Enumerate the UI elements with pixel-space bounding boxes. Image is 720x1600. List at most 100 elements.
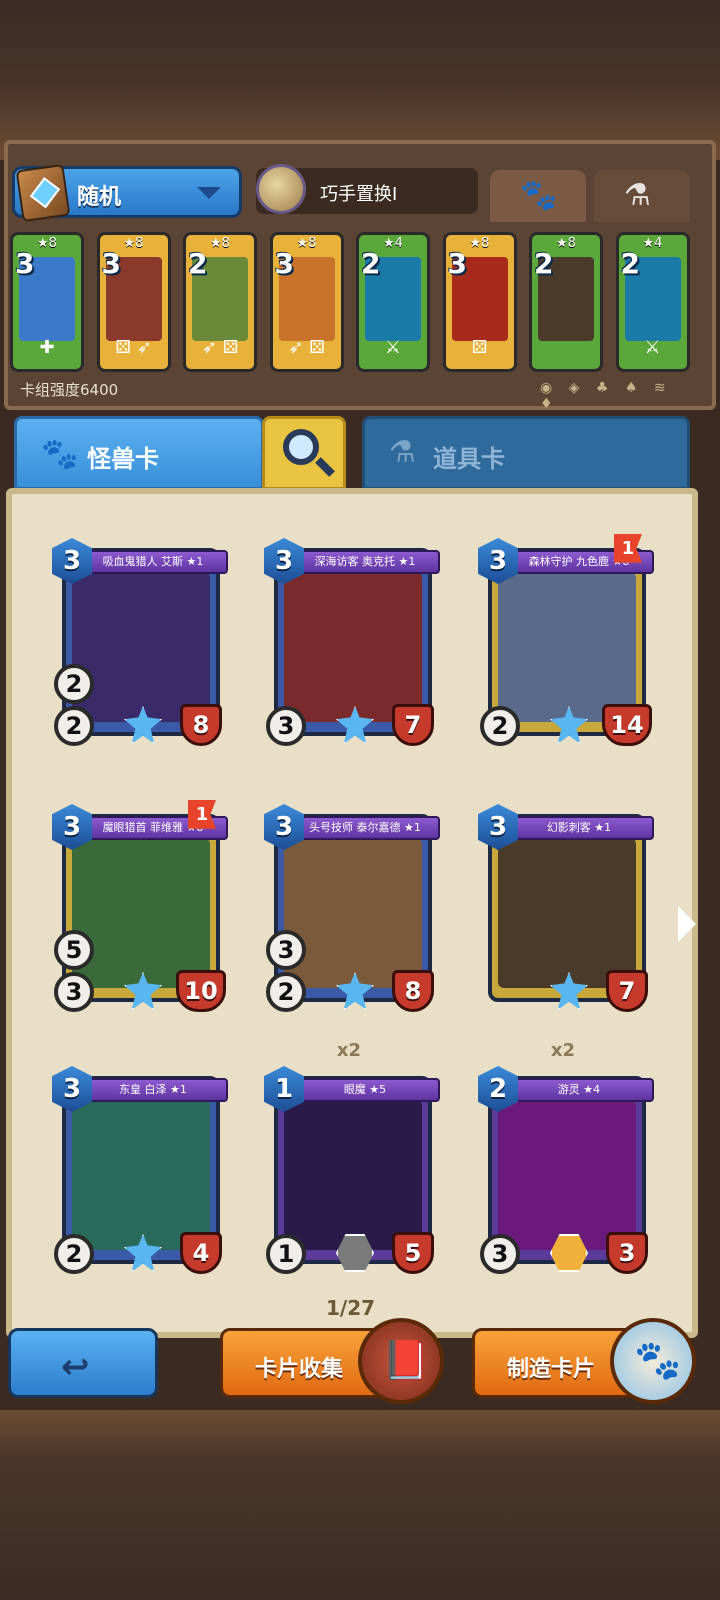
card-ability-icons: ✚ — [39, 337, 55, 358]
monster-card[interactable]: 深海访客 奥克托 ★1 3 3 7 — [264, 538, 440, 748]
card-art — [72, 838, 210, 988]
card-ability-icons — [532, 337, 600, 363]
deck-selector-dropdown[interactable]: 随机 — [12, 163, 242, 223]
card-health: 8 — [392, 970, 434, 1012]
card-art — [72, 572, 210, 722]
card-health: 3 — [606, 1232, 648, 1274]
hero-skill-name: 巧手置换I — [320, 184, 398, 205]
page-indicator: 1/27 — [326, 1296, 376, 1320]
monster-card[interactable]: 东皇 白泽 ★1 3 2 4 — [52, 1066, 228, 1276]
card-cost: 3 — [101, 247, 121, 280]
chevron-down-icon — [197, 187, 221, 199]
card-attack: 2 — [54, 664, 94, 704]
deck-power-label: 卡组强度6400 — [20, 381, 119, 399]
paw-icon: 🐾 — [520, 178, 558, 213]
card-duplicate-count: x2 — [550, 1040, 576, 1061]
card-speed: 1 — [266, 1234, 306, 1274]
card-name: 幻影刺客 ★1 — [504, 816, 654, 840]
card-health: 7 — [606, 970, 648, 1012]
paw-icon: 🐾 — [41, 437, 79, 472]
card-duplicate-count: x2 — [336, 1040, 362, 1061]
card-speed: 2 — [480, 706, 520, 746]
monster-card[interactable]: 魔眼猎首 菲维雅 ★8 3 1 5 3 10 — [52, 800, 228, 1014]
monster-deck-tab[interactable]: 🐾 — [490, 170, 586, 222]
wood-background-bottom — [0, 1410, 720, 1600]
card-name: 东皇 白泽 ★1 — [78, 1078, 228, 1102]
card-name: 眼魔 ★5 — [290, 1078, 440, 1102]
search-icon-handle — [315, 457, 335, 477]
tab-monster-cards[interactable]: 🐾 怪兽卡 — [14, 416, 264, 490]
card-art — [284, 1100, 422, 1250]
card-book-icon[interactable]: 📕 — [358, 1318, 444, 1404]
card-name: 头号技师 泰尔嘉德 ★1 — [290, 816, 440, 840]
card-ability-icons: ⚔ — [644, 337, 661, 358]
monster-card[interactable]: 幻影刺客 ★1 3 7 — [478, 804, 654, 1014]
card-art — [284, 572, 422, 722]
next-page-arrow-icon[interactable] — [678, 906, 696, 942]
card-art — [498, 572, 636, 722]
deck-card[interactable]: ★8 2 — [529, 232, 603, 372]
monster-card[interactable]: x2 游灵 ★4 2 3 3 — [478, 1040, 654, 1276]
deck-trait-icons: ◉ ◈ ♣ ♠ ≋ ♦ — [540, 380, 672, 412]
paw-jar-icon[interactable]: 🐾 — [610, 1318, 696, 1404]
back-arrow-icon: ↩ — [61, 1347, 90, 1387]
item-deck-tab[interactable]: ⚗ — [594, 170, 690, 222]
tab-item-cards[interactable]: ⚗ 道具卡 — [362, 416, 690, 490]
card-art — [498, 838, 636, 988]
deck-card[interactable]: ★4 2 ⚔ — [356, 232, 430, 372]
monster-card[interactable]: 吸血鬼猎人 艾斯 ★1 3 2 2 8 — [52, 538, 228, 748]
deck-card[interactable]: ★8 3 ➶ ⚄ — [269, 232, 344, 372]
card-speed: 3 — [266, 706, 306, 746]
wood-background-top — [0, 0, 720, 160]
card-health: 7 — [392, 704, 434, 746]
potion-icon: ⚗ — [624, 178, 651, 213]
card-health: 8 — [180, 704, 222, 746]
card-speed: 2 — [54, 706, 94, 746]
monster-card[interactable]: x2 眼魔 ★5 1 1 5 — [264, 1040, 440, 1276]
search-button[interactable] — [262, 416, 346, 490]
card-health: 4 — [180, 1232, 222, 1274]
card-health: 14 — [602, 704, 652, 746]
card-ability-icons: ➶ ⚄ — [288, 337, 325, 358]
card-speed: 3 — [480, 1234, 520, 1274]
deck-card[interactable]: ★8 3 ⚄ ➶ — [96, 232, 171, 372]
card-collection-panel: 吸血鬼猎人 艾斯 ★1 3 2 2 8 深海访客 奥克托 ★1 3 3 7 森林守护 九色鹿 ★8… — [6, 488, 698, 1338]
deck-selector-label: 随机 — [77, 185, 122, 210]
card-cost: 3 — [274, 247, 294, 280]
search-icon — [283, 429, 319, 465]
tab-item-cards-label: 道具卡 — [433, 445, 505, 473]
card-ability-icons: ⚄ ➶ — [115, 337, 152, 358]
card-ability-icons: ➶ ⚄ — [201, 337, 239, 358]
card-name: 吸血鬼猎人 艾斯 ★1 — [78, 550, 228, 574]
card-ability-icons: ⚔ — [384, 337, 402, 358]
deck-card[interactable]: ★8 2 ➶ ⚄ — [183, 232, 257, 372]
card-name: 深海访客 奥克托 ★1 — [290, 550, 440, 574]
card-speed: 2 — [54, 1234, 94, 1274]
card-collection-label: 卡片收集 — [255, 1357, 344, 1382]
tab-monster-cards-label: 怪兽卡 — [87, 445, 159, 473]
card-cost: 2 — [620, 247, 640, 280]
hero-skill-box[interactable]: 巧手置换I — [256, 164, 478, 214]
card-art — [284, 838, 422, 988]
card-attack: 5 — [54, 930, 94, 970]
deck-card[interactable]: ★8 3 ⚄ — [442, 232, 517, 372]
card-ability-icons: ⚄ — [471, 337, 488, 358]
card-cost: 3 — [447, 247, 467, 280]
card-cost: 2 — [361, 247, 381, 280]
potion-icon: ⚗ — [389, 435, 416, 470]
card-attack: 3 — [266, 930, 306, 970]
card-art — [498, 1100, 636, 1250]
card-cost: 2 — [534, 247, 554, 280]
card-speed: 2 — [266, 972, 306, 1012]
monster-card[interactable]: 森林守护 九色鹿 ★8 3 1 2 14 — [478, 534, 654, 748]
deck-card[interactable]: ★8 3 ✚ — [10, 232, 84, 372]
card-art — [72, 1100, 210, 1250]
deck-card-list: ★8 3 ✚ ★8 3 ⚄ ➶ ★8 2 ➶ ⚄ ★8 3 ➶ ⚄ ★4 2 ⚔ ★8 3 ⚄ ★8 2 ★4 2 ⚔ — [10, 232, 710, 372]
card-name: 游灵 ★4 — [504, 1078, 654, 1102]
card-health: 10 — [176, 970, 226, 1012]
monster-card[interactable]: 头号技师 泰尔嘉德 ★1 3 3 2 8 — [264, 804, 440, 1014]
card-cost: 2 — [188, 247, 208, 280]
back-button[interactable]: ↩ — [8, 1328, 158, 1398]
deck-card[interactable]: ★4 2 ⚔ — [615, 232, 690, 372]
craft-card-label: 制造卡片 — [507, 1357, 596, 1382]
